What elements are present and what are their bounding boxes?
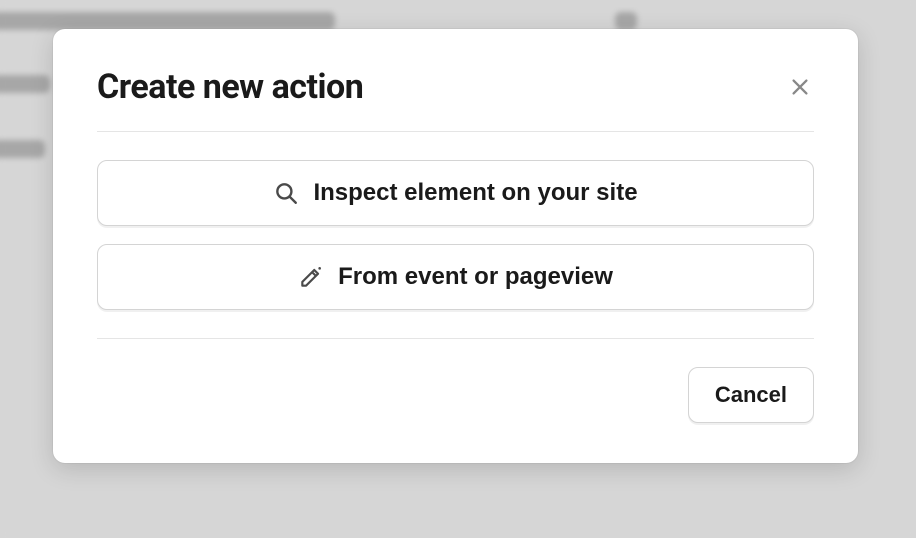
from-event-button[interactable]: From event or pageview (97, 244, 814, 310)
close-button[interactable] (786, 73, 814, 101)
from-event-label: From event or pageview (338, 263, 613, 291)
pencil-icon (298, 264, 324, 290)
inspect-element-button[interactable]: Inspect element on your site (97, 160, 814, 226)
modal-body: Inspect element on your site From event … (53, 132, 858, 338)
search-icon (273, 180, 299, 206)
modal-footer: Cancel (53, 339, 858, 463)
inspect-element-label: Inspect element on your site (313, 179, 637, 207)
close-icon (789, 76, 811, 98)
cancel-button[interactable]: Cancel (688, 367, 814, 423)
modal-header: Create new action (53, 29, 858, 131)
modal-title: Create new action (97, 67, 363, 107)
create-action-modal: Create new action Inspect element on you… (53, 29, 858, 463)
